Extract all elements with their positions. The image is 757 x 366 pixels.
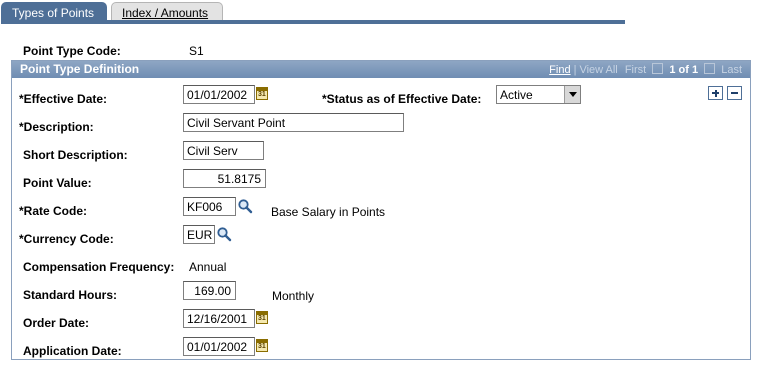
rate-code-description: Base Salary in Points (271, 205, 386, 219)
description-label: *Description: (19, 120, 94, 134)
status-select[interactable]: Active (496, 85, 581, 104)
minus-icon[interactable] (727, 86, 742, 100)
first-arrow-icon (652, 63, 664, 74)
point-type-code-label: Point Type Code: (23, 44, 121, 58)
currency-code-label: *Currency Code: (19, 232, 114, 246)
point-value-field[interactable]: 51.8175 (183, 169, 266, 188)
standard-hours-field[interactable]: 169.00 (183, 281, 236, 300)
tab-divider (1, 20, 625, 24)
point-value-label: Point Value: (23, 176, 92, 190)
tab-label: Index / Amounts (122, 6, 209, 20)
panel-header: Point Type Definition Find | View All Firs… (12, 61, 750, 78)
status-label: *Status as of Effective Date: (322, 92, 482, 106)
application-date-label: Application Date: (23, 344, 122, 358)
row-navigation: Find | View All First 1 of 1 Last (549, 63, 742, 76)
application-date-field[interactable]: 01/01/2002 (183, 337, 255, 356)
order-date-field[interactable]: 12/16/2001 (183, 309, 255, 328)
effective-date-label: *Effective Date: (19, 92, 108, 106)
last-label: Last (721, 64, 742, 76)
panel-title: Point Type Definition (20, 62, 140, 76)
plus-icon[interactable] (708, 86, 723, 100)
calendar-icon[interactable]: 31 (256, 339, 268, 352)
tab-types-of-points[interactable]: Types of Points (1, 2, 107, 22)
tab-label: Types of Points (12, 6, 95, 20)
point-type-code-value: S1 (189, 44, 204, 58)
compensation-frequency-value: Annual (189, 260, 227, 274)
order-date-label: Order Date: (23, 316, 90, 330)
short-description-label: Short Description: (23, 148, 128, 162)
tab-index-amounts[interactable]: Index / Amounts (111, 2, 223, 22)
rate-code-label: *Rate Code: (19, 204, 88, 218)
description-field[interactable]: Civil Servant Point (183, 113, 404, 132)
calendar-icon[interactable]: 31 (256, 311, 268, 324)
magnifier-icon[interactable] (237, 198, 253, 214)
magnifier-icon[interactable] (216, 226, 232, 242)
short-description-field[interactable]: Civil Serv (183, 141, 264, 160)
standard-hours-label: Standard Hours: (23, 288, 118, 302)
row-counter: 1 of 1 (669, 64, 699, 76)
compensation-frequency-label: Compensation Frequency: (23, 260, 175, 274)
find-link[interactable]: Find (549, 64, 570, 76)
view-all-link[interactable]: View All (579, 64, 617, 76)
effective-date-field[interactable]: 01/01/2002 (183, 85, 255, 104)
calendar-icon[interactable]: 31 (256, 87, 268, 100)
status-selected-value: Active (500, 88, 533, 102)
first-label: First (624, 64, 647, 76)
rate-code-field[interactable]: KF006 (183, 197, 236, 216)
chevron-down-icon[interactable] (564, 86, 580, 103)
currency-code-field[interactable]: EUR (183, 225, 215, 244)
last-arrow-icon (704, 63, 716, 74)
standard-hours-unit: Monthly (272, 289, 315, 303)
